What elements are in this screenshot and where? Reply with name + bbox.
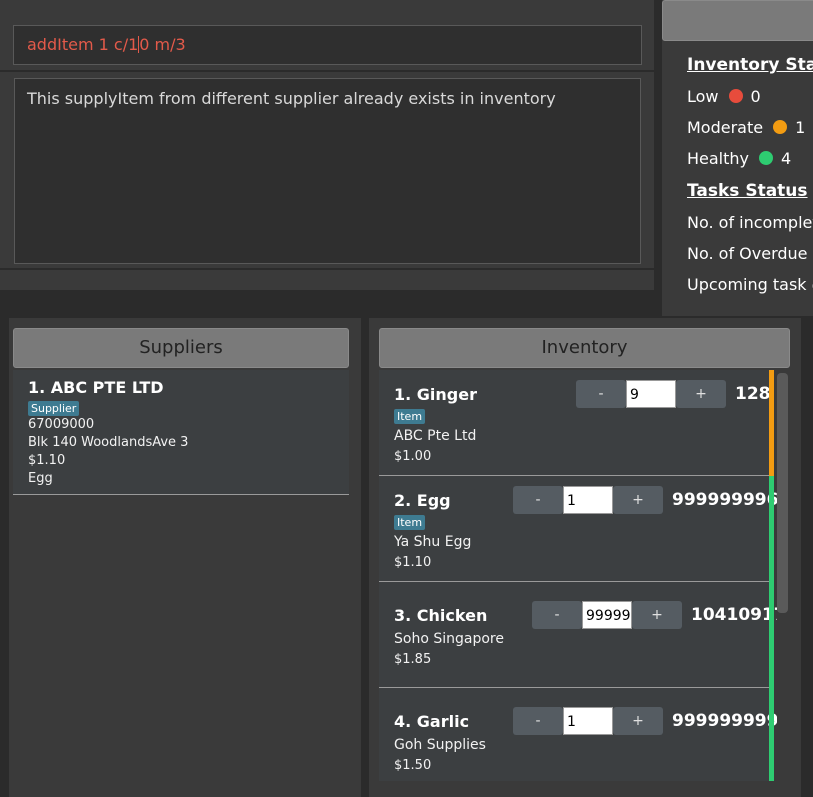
inventory-item-card[interactable]: 3. Chicken Soho Singapore $1.85 - 99999 …	[379, 582, 786, 688]
command-text-before-cursor: addItem 1 c/1	[27, 35, 139, 54]
moderate-label: Moderate	[687, 118, 764, 137]
increment-button[interactable]: +	[613, 707, 663, 735]
divider	[0, 268, 654, 270]
inventory-item-card[interactable]: 1. Ginger Item ABC Pte Ltd $1.00 - 9 + 1…	[379, 370, 774, 476]
healthy-status-dot-icon	[759, 151, 774, 165]
healthy-count: 4	[781, 149, 792, 168]
result-message: This supplyItem from different supplier …	[27, 89, 556, 108]
item-tag: Item	[394, 409, 426, 424]
quantity-input[interactable]: 1	[563, 486, 613, 514]
quantity-stepper: - 99999 +	[532, 601, 682, 629]
status-panel-header	[662, 0, 813, 41]
divider	[0, 70, 654, 72]
item-quantity: 999999996	[672, 490, 779, 510]
supplier-price: $1.10	[28, 453, 66, 468]
stock-status-bar	[769, 370, 774, 476]
item-tag: Item	[394, 515, 426, 530]
item-title: 3. Chicken	[394, 606, 488, 625]
decrement-button[interactable]: -	[576, 380, 626, 408]
low-status-row: Low 0	[687, 87, 761, 106]
quantity-input[interactable]: 99999	[582, 601, 632, 629]
inventory-header: Inventory	[379, 328, 790, 368]
healthy-status-row: Healthy 4	[687, 149, 791, 168]
stock-status-bar	[769, 476, 774, 582]
increment-button[interactable]: +	[632, 601, 682, 629]
item-supplier: Ya Shu Egg	[394, 534, 472, 550]
item-price: $1.85	[394, 652, 432, 667]
item-title: 4. Garlic	[394, 712, 470, 731]
stock-status-bar	[769, 582, 774, 688]
increment-button[interactable]: +	[676, 380, 726, 408]
decrement-button[interactable]: -	[513, 486, 563, 514]
stock-status-bar	[769, 688, 774, 781]
healthy-label: Healthy	[687, 149, 750, 168]
item-price: $1.10	[394, 555, 432, 570]
inventory-scrollbar-thumb[interactable]	[777, 373, 788, 613]
quantity-input[interactable]: 9	[626, 380, 676, 408]
item-price: $1.00	[394, 449, 432, 464]
item-supplier: Soho Singapore	[394, 631, 504, 647]
item-title: 1. Ginger	[394, 385, 477, 404]
low-count: 0	[750, 87, 761, 106]
decrement-button[interactable]: -	[532, 601, 582, 629]
upcoming-task-label: Upcoming task @	[687, 275, 813, 294]
supplier-item: Egg	[28, 471, 53, 486]
item-supplier: Goh Supplies	[394, 737, 486, 753]
moderate-status-dot-icon	[773, 120, 788, 134]
increment-button[interactable]: +	[613, 486, 663, 514]
quantity-stepper: - 1 +	[513, 486, 663, 514]
quantity-input[interactable]: 1	[563, 707, 613, 735]
item-price: $1.50	[394, 758, 432, 773]
tasks-status-title: Tasks Status	[687, 181, 808, 201]
inventory-item-card[interactable]: 4. Garlic Goh Supplies $1.50 - 1 + 99999…	[379, 688, 778, 781]
item-title: 2. Egg	[394, 491, 451, 510]
command-input[interactable]: addItem 1 c/10 m/3	[13, 25, 642, 65]
quantity-stepper: - 9 +	[576, 380, 726, 408]
supplier-card[interactable]: 1. ABC PTE LTD Supplier 67009000 Blk 140…	[13, 370, 349, 495]
suppliers-header: Suppliers	[13, 328, 349, 368]
command-text-after-cursor: 0 m/3	[139, 35, 186, 54]
result-display: This supplyItem from different supplier …	[14, 78, 641, 264]
supplier-address: Blk 140 WoodlandsAve 3	[28, 435, 189, 450]
low-status-dot-icon	[728, 89, 743, 103]
supplier-tag: Supplier	[28, 401, 80, 416]
item-quantity: 128	[735, 384, 771, 404]
inventory-status-title: Inventory Status	[687, 55, 813, 75]
decrement-button[interactable]: -	[513, 707, 563, 735]
quantity-stepper: - 1 +	[513, 707, 663, 735]
item-supplier: ABC Pte Ltd	[394, 428, 477, 444]
low-label: Low	[687, 87, 719, 106]
overdue-tasks-label: No. of Overdue ta	[687, 244, 813, 263]
inventory-item-card[interactable]: 2. Egg Item Ya Shu Egg $1.10 - 1 + 99999…	[379, 476, 778, 582]
incomplete-tasks-label: No. of incomplete	[687, 213, 813, 232]
item-quantity: 999999999	[672, 711, 779, 731]
moderate-count: 1	[795, 118, 806, 137]
supplier-phone: 67009000	[28, 417, 95, 432]
supplier-title: 1. ABC PTE LTD	[28, 378, 164, 397]
moderate-status-row: Moderate 1	[687, 118, 805, 137]
